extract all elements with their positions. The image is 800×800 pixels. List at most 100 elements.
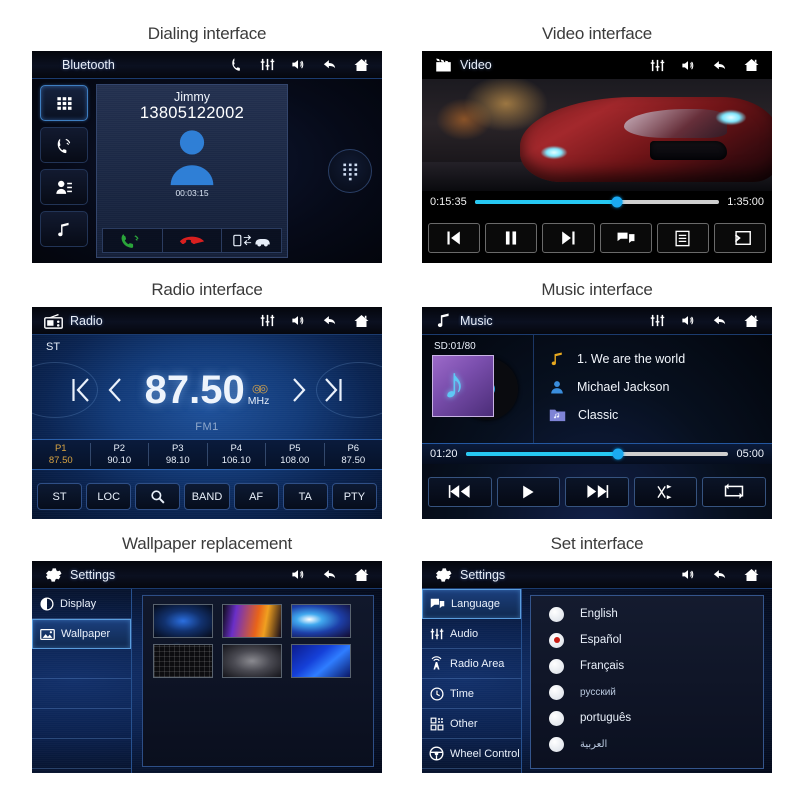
sidebar-item-label: Audio (450, 627, 479, 640)
radio-button[interactable] (549, 606, 564, 622)
equalizer-icon[interactable] (649, 58, 666, 73)
volume-icon[interactable] (289, 57, 307, 72)
keypad-round-button[interactable] (328, 149, 372, 193)
video-frame[interactable] (422, 79, 772, 191)
seek-prev-button[interactable] (64, 375, 98, 405)
preset-button[interactable]: P1 87.50 (32, 442, 91, 467)
sidebar-item-wheel-control[interactable]: Wheel Control (422, 739, 521, 769)
sidebar-item-radio-area[interactable]: Radio Area (422, 649, 521, 679)
answer-call-button[interactable] (103, 229, 163, 252)
back-arrow-icon[interactable] (710, 567, 729, 582)
music-seek-slider[interactable] (465, 448, 729, 460)
phone-icon[interactable] (229, 57, 246, 72)
radio-button[interactable] (549, 710, 564, 726)
equalizer-icon[interactable] (259, 313, 276, 328)
playlist-button[interactable] (656, 223, 709, 253)
music-progress-knob[interactable] (612, 448, 624, 460)
pause-button[interactable] (485, 223, 538, 253)
language-option[interactable]: English (549, 601, 763, 627)
keypad-tab-button[interactable] (40, 85, 88, 121)
language-option[interactable]: العربية (549, 731, 763, 757)
wallpaper-thumbnail[interactable] (291, 644, 351, 678)
wallpaper-thumbnail[interactable] (222, 644, 282, 678)
bt-music-tab-button[interactable] (40, 211, 88, 247)
settings-topbar-icons (679, 567, 772, 583)
radio-button[interactable] (549, 736, 564, 752)
sidebar-item-other[interactable]: Other (422, 709, 521, 739)
transfer-audio-button[interactable] (222, 229, 281, 252)
search-button[interactable] (135, 483, 181, 510)
preset-button[interactable]: P2 90.10 (91, 442, 149, 467)
home-icon[interactable] (352, 567, 371, 583)
language-option[interactable]: Español (549, 627, 763, 653)
preset-frequency: 90.10 (107, 454, 132, 466)
wallpaper-thumbnail[interactable] (153, 644, 213, 678)
wallpaper-thumbnail-grid: ✔ (153, 604, 373, 678)
radio-button-ta[interactable]: TA (282, 483, 328, 510)
step-next-button[interactable] (282, 375, 316, 405)
subtitle-button[interactable] (599, 223, 652, 253)
equalizer-icon[interactable] (259, 57, 276, 72)
language-option[interactable]: Français (549, 653, 763, 679)
call-log-tab-button[interactable] (40, 127, 88, 163)
wallpaper-thumbnail[interactable] (222, 604, 282, 638)
previous-track-button[interactable] (428, 223, 481, 253)
contacts-tab-button[interactable] (40, 169, 88, 205)
volume-icon[interactable] (289, 313, 307, 328)
previous-track-button[interactable] (428, 476, 492, 507)
seek-next-button[interactable] (316, 375, 350, 405)
home-icon[interactable] (742, 567, 761, 583)
sidebar-item-wallpaper[interactable]: Wallpaper (32, 619, 131, 649)
volume-icon[interactable] (679, 567, 697, 582)
sidebar-item-language[interactable]: Language (422, 589, 521, 619)
sidebar-item-time[interactable]: Time (422, 679, 521, 709)
radio-button-st[interactable]: ST (37, 483, 83, 510)
preset-button[interactable]: P5 108.00 (266, 442, 325, 467)
back-arrow-icon[interactable] (320, 567, 339, 582)
home-icon[interactable] (352, 57, 371, 73)
radio-button-loc[interactable]: LOC (86, 483, 132, 510)
repeat-button[interactable] (702, 476, 766, 507)
back-arrow-icon[interactable] (710, 313, 729, 328)
back-arrow-icon[interactable] (710, 58, 729, 73)
next-track-button[interactable] (565, 476, 629, 507)
language-option[interactable]: русский (549, 679, 763, 705)
call-action-bar (102, 228, 282, 253)
back-arrow-icon[interactable] (320, 57, 339, 72)
radio-button-band[interactable]: BAND (184, 483, 230, 510)
clock-icon (429, 686, 444, 701)
volume-icon[interactable] (679, 313, 697, 328)
settings-topbar: Settings (422, 561, 772, 589)
wallpaper-thumbnail[interactable]: ✔ (153, 604, 213, 659)
home-icon[interactable] (352, 313, 371, 329)
sidebar-item-audio[interactable]: Audio (422, 619, 521, 649)
clapperboard-icon (430, 57, 456, 73)
wallpaper-thumbnail[interactable] (291, 604, 351, 638)
video-seek-slider[interactable] (474, 196, 720, 208)
preset-button[interactable]: P3 98.10 (149, 442, 208, 467)
shuffle-button[interactable] (633, 476, 698, 507)
radio-button-af[interactable]: AF (233, 483, 279, 510)
play-button[interactable] (496, 476, 561, 507)
video-progress-knob[interactable] (611, 196, 623, 208)
preset-button[interactable]: P6 87.50 (325, 443, 383, 467)
sidebar-item-display[interactable]: Display (32, 589, 131, 619)
track-title: 1. We are the world (577, 352, 686, 366)
volume-icon[interactable] (679, 58, 697, 73)
next-track-button[interactable] (542, 223, 595, 253)
step-prev-button[interactable] (98, 375, 132, 405)
end-call-button[interactable] (163, 229, 223, 252)
home-icon[interactable] (742, 57, 761, 73)
screen-mirror-button[interactable] (713, 223, 767, 253)
radio-button-pty[interactable]: PTY (331, 483, 377, 510)
home-icon[interactable] (742, 313, 761, 329)
preset-row: P1 87.50 P2 90.10 P3 98.10 P4 106.10 P5 108.00 P6 8… (32, 439, 382, 470)
equalizer-icon[interactable] (649, 313, 666, 328)
preset-button[interactable]: P4 106.10 (208, 442, 266, 467)
radio-button[interactable] (549, 658, 564, 674)
radio-button[interactable] (549, 684, 564, 700)
radio-button[interactable] (549, 632, 564, 648)
volume-icon[interactable] (289, 567, 307, 582)
language-option[interactable]: português (549, 705, 763, 731)
back-arrow-icon[interactable] (320, 313, 339, 328)
